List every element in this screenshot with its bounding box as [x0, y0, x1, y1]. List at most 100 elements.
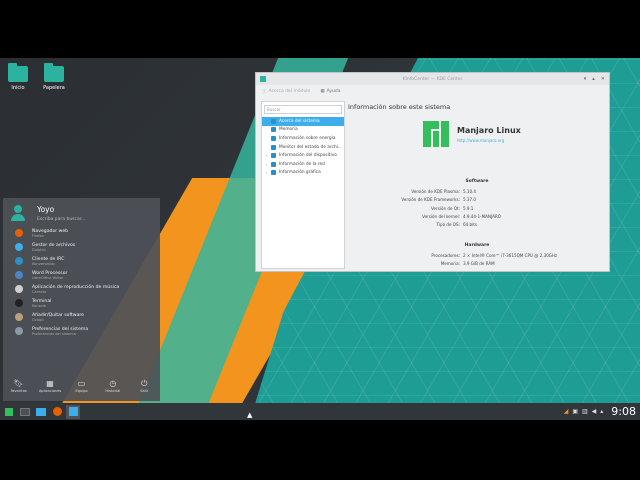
- user-avatar-icon: [11, 205, 25, 221]
- app-title: Aplicación de reproducción de música: [32, 284, 120, 290]
- sidebar-nav-item[interactable]: Acerca del sistema: [262, 117, 344, 126]
- sidebar-nav-label: Monitor del estado de archi...: [279, 144, 342, 150]
- grid-icon: ▦: [46, 379, 54, 388]
- info-value: 2 × Intel® Core™ i7-3615QM CPU @ 2.30GHz: [463, 253, 558, 258]
- menu-app-list: Navegador web Firefox Gestor de archivos Do…: [3, 226, 160, 338]
- app-title: Gestor de archivos: [32, 242, 76, 248]
- minimize-icon[interactable]: ▾: [584, 76, 587, 82]
- menu-search-hint[interactable]: Escriba para buscar...: [37, 217, 85, 222]
- manjaro-logo-icon: [423, 121, 449, 147]
- info-key: Versión de KDE Frameworks:: [401, 197, 460, 203]
- app-subtitle: Preferencias del sistema: [32, 331, 76, 336]
- info-row: Versión de Qt: 5.9.1: [348, 206, 606, 211]
- folder-icon: [8, 63, 28, 82]
- sidebar-nav-label: Información de la red: [279, 161, 325, 167]
- sidebar-search-input[interactable]: Buscar: [264, 105, 342, 114]
- info-value: 5.37.0: [463, 197, 477, 203]
- clock[interactable]: 9:08: [611, 405, 636, 418]
- info-center-icon: [68, 407, 78, 416]
- menu-app-item[interactable]: Preferencias del sistema Preferencias del…: [3, 324, 160, 338]
- menu-user-header: Yoyo Escriba para buscar...: [3, 198, 160, 226]
- desktop-icon-label: Papelera: [43, 85, 65, 91]
- menu-app-item[interactable]: Word Processor LibreOffice Writer: [3, 268, 160, 282]
- close-icon[interactable]: ✕: [601, 76, 605, 82]
- app-icon: [15, 313, 23, 321]
- user-name: Yoyo: [37, 205, 55, 214]
- sidebar-nav-item[interactable]: › Información gráfica: [262, 169, 344, 178]
- launcher-button[interactable]: [2, 405, 16, 419]
- menu-app-item[interactable]: Cliente de IRC Konversation: [3, 254, 160, 268]
- info-value: 4.9.44-1-MANJARO: [463, 213, 501, 219]
- info-key: Tipo de OS:: [436, 222, 460, 228]
- distro-logo-row: Manjaro Linux http://www.manjaro.org: [423, 121, 521, 147]
- info-row: Procesadores: 2 × Intel® Core™ i7-3615QM …: [348, 253, 606, 258]
- distro-url-link[interactable]: http://www.manjaro.org: [457, 138, 521, 143]
- bookmark-icon: 🔖︎: [13, 379, 24, 388]
- app-icon: [15, 229, 23, 237]
- info-row: Versión del kernel: 4.9.44-1-MANJARO: [348, 214, 606, 219]
- system-tray: ◢ ▣ ▥ ◀ ▴ 9:08: [564, 403, 636, 420]
- menu-tab-equipo[interactable]: ▭ Equipo: [67, 379, 95, 393]
- menu-app-item[interactable]: Gestor de archivos Dolphin: [3, 240, 160, 254]
- menu-tab-aplicaciones[interactable]: ▦ Aplicaciones: [36, 379, 64, 393]
- sidebar-nav-item[interactable]: › Información del dispositivo: [262, 151, 344, 160]
- info-row: Versión de KDE Plasma: 5.10.4: [348, 189, 606, 194]
- menu-app-item[interactable]: Añadir/Quitar software Octopi: [3, 310, 160, 324]
- info-row: Memoria: 3.9 GiB de RAM: [348, 261, 606, 266]
- app-icon: [15, 327, 23, 335]
- info-icon: ⓘ: [262, 89, 267, 95]
- pager-icon: [20, 407, 30, 416]
- power-icon: ⏻: [141, 379, 148, 388]
- dolphin-task-button[interactable]: [34, 405, 48, 419]
- app-subtitle: Cantata: [32, 289, 47, 294]
- menu-app-item[interactable]: Terminal Konsole: [3, 296, 160, 310]
- sidebar-nav-label: Información sobre energía: [279, 135, 336, 141]
- window-titlebar[interactable]: KInfoCenter — KDE Center ▾ ▴ ✕: [256, 73, 609, 85]
- expand-tray-icon[interactable]: ▴: [600, 408, 603, 415]
- app-subtitle: Octopi: [32, 317, 44, 322]
- sidebar-nav-item[interactable]: Monitor del estado de archi...: [262, 143, 344, 152]
- app-title: Word Processor: [32, 270, 68, 276]
- desktop-icon-inicio[interactable]: Inicio: [1, 63, 35, 91]
- app-icon: [15, 257, 23, 265]
- info-row: Tipo de OS: 64 bits: [348, 222, 606, 227]
- firefox-task-button[interactable]: [50, 405, 64, 419]
- app-title: Añadir/Quitar software: [32, 312, 84, 318]
- distro-name: Manjaro Linux: [457, 125, 521, 135]
- app-icon: [15, 243, 23, 251]
- network-icon[interactable]: ▥: [582, 408, 588, 415]
- mouse-cursor-icon: ▲: [247, 411, 253, 419]
- trash-folder-icon: [44, 63, 64, 82]
- desktop-icon-papelera[interactable]: Papelera: [37, 63, 71, 91]
- volume-icon[interactable]: ◀: [592, 408, 597, 415]
- sidebar-nav-list: Acerca del sistema Memoria Información sob…: [262, 117, 344, 177]
- sidebar-nav-item[interactable]: › Información de la red: [262, 160, 344, 169]
- menu-app-item[interactable]: Navegador web Firefox: [3, 226, 160, 240]
- page-title: Información sobre este sistema: [348, 103, 451, 111]
- sidebar-nav-label: Información gráfica: [279, 170, 321, 176]
- manjaro-launcher-icon: [5, 407, 13, 416]
- help-icon: ▦: [320, 89, 325, 94]
- menu-tab-favoritos[interactable]: 🔖︎ Favoritos: [5, 379, 33, 393]
- maximize-icon[interactable]: ▴: [592, 76, 595, 82]
- menu-tab-historial[interactable]: ◷ Historial: [99, 379, 127, 393]
- app-title: Navegador web: [32, 228, 69, 234]
- desktop-icon-label: Inicio: [11, 85, 25, 91]
- clipboard-icon[interactable]: ▣: [572, 408, 578, 415]
- desktop-pager[interactable]: [18, 405, 32, 419]
- content-panel: Información sobre este sistema Manjaro L…: [348, 101, 606, 269]
- sidebar-nav-item[interactable]: Información sobre energía: [262, 134, 344, 143]
- module-icon: [271, 118, 276, 124]
- firefox-icon: [52, 407, 62, 416]
- clock-icon: ◷: [109, 379, 117, 388]
- about-module-button[interactable]: ⓘ Acerca del módulo: [262, 89, 310, 95]
- sidebar-nav-item[interactable]: Memoria: [262, 126, 344, 135]
- infocenter-task-button[interactable]: [66, 404, 80, 419]
- menu-tab-salir[interactable]: ⏻ Salir: [130, 379, 158, 393]
- app-title: Cliente de IRC: [32, 256, 65, 262]
- hardware-section-title: Hardware: [464, 243, 490, 248]
- updates-icon[interactable]: ◢: [564, 408, 569, 415]
- menu-app-item[interactable]: Aplicación de reproducción de música Cant…: [3, 282, 160, 296]
- help-button[interactable]: ▦ Ayuda: [320, 89, 340, 94]
- taskbar: ◢ ▣ ▥ ◀ ▴ 9:08: [0, 403, 640, 420]
